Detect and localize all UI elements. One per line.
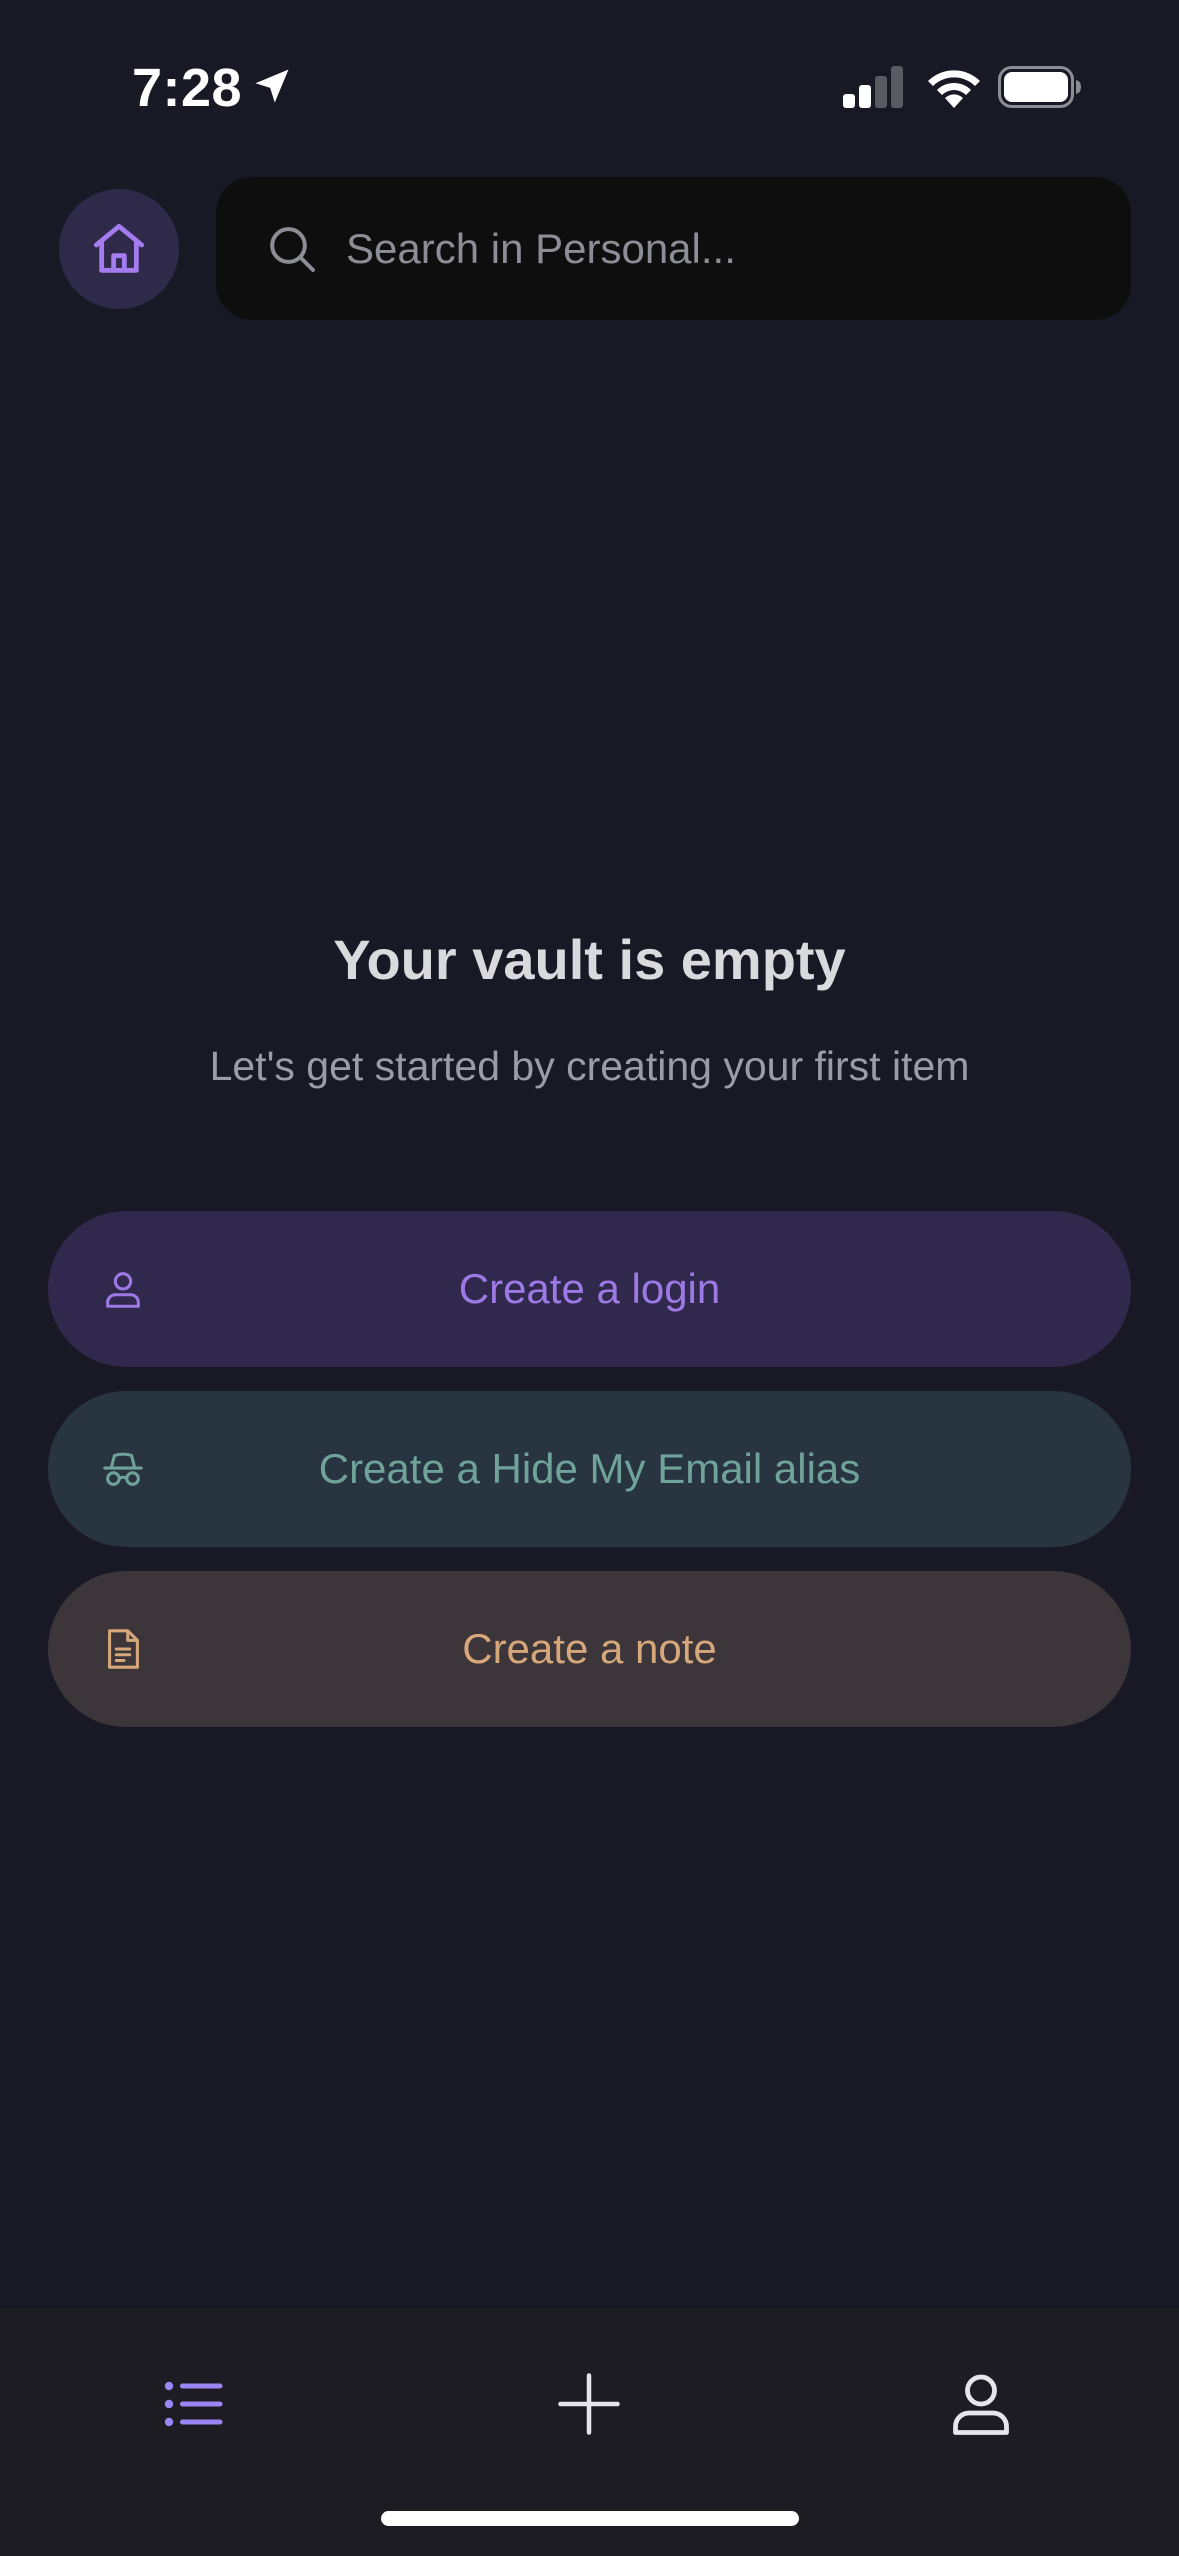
incognito-icon bbox=[103, 1452, 143, 1486]
tab-items[interactable] bbox=[143, 2354, 243, 2454]
home-button[interactable] bbox=[59, 189, 179, 309]
empty-state-subtitle: Let's get started by creating your first… bbox=[209, 1043, 970, 1089]
plus-icon bbox=[558, 2373, 620, 2435]
create-note-button[interactable]: Create a note bbox=[48, 1571, 1131, 1727]
profile-icon bbox=[953, 2374, 1009, 2435]
tab-profile[interactable] bbox=[931, 2354, 1031, 2454]
note-icon bbox=[108, 1629, 139, 1669]
create-note-label: Create a note bbox=[462, 1625, 717, 1672]
create-alias-label: Create a Hide My Email alias bbox=[318, 1445, 861, 1492]
search-bar[interactable] bbox=[216, 177, 1131, 320]
home-icon bbox=[93, 223, 145, 273]
list-icon bbox=[164, 2381, 223, 2427]
create-login-button[interactable]: Create a login bbox=[48, 1211, 1131, 1367]
create-login-label: Create a login bbox=[458, 1265, 721, 1312]
create-alias-button[interactable]: Create a Hide My Email alias bbox=[48, 1391, 1131, 1547]
search-input[interactable] bbox=[344, 207, 1131, 290]
empty-state-title: Your vault is empty bbox=[333, 928, 846, 991]
tab-create[interactable] bbox=[539, 2354, 639, 2454]
search-icon bbox=[270, 226, 315, 272]
location-arrow-icon bbox=[255, 69, 289, 103]
cellular-signal-icon bbox=[843, 66, 903, 108]
battery-icon bbox=[998, 66, 1081, 108]
wifi-icon bbox=[928, 70, 980, 108]
status-bar: 7:28 bbox=[0, 0, 1179, 160]
status-time: 7:28 bbox=[132, 58, 243, 118]
user-icon bbox=[106, 1272, 140, 1308]
home-indicator bbox=[381, 2511, 799, 2526]
